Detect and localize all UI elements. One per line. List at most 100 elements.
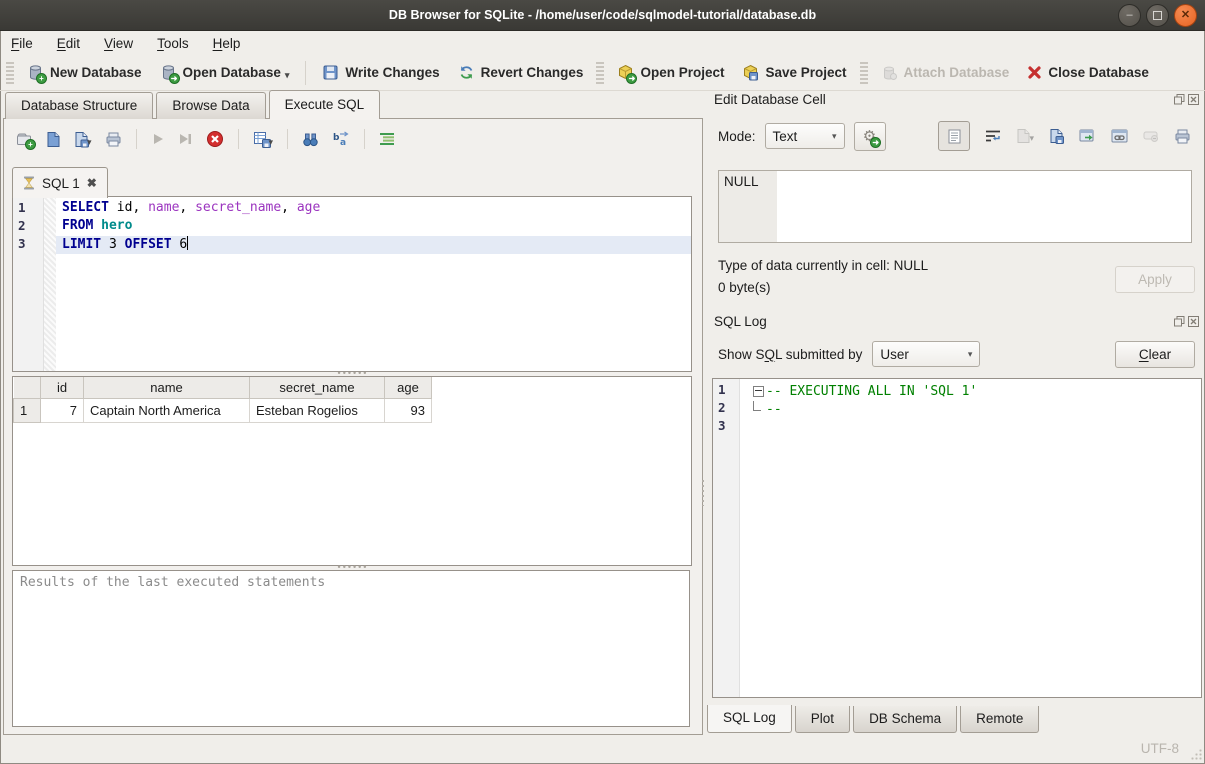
table-cell[interactable]: 7	[41, 399, 84, 423]
word-wrap-button[interactable]	[985, 129, 1001, 143]
toolbar-separator	[287, 129, 288, 149]
log-content: -- EXECUTING ALL IN 'SQL 1'--	[750, 379, 1201, 697]
log-line	[750, 418, 1201, 436]
import-cell-data-button: ▾	[1016, 128, 1034, 144]
sql-log-view[interactable]: 123 -- EXECUTING ALL IN 'SQL 1'--	[712, 378, 1202, 698]
close-database-button[interactable]: Close Database	[1018, 61, 1158, 84]
revert-changes-button[interactable]: Revert Changes	[449, 60, 593, 85]
row-number[interactable]: 1	[14, 399, 41, 423]
open-database-dropdown-caret[interactable]: ▾	[285, 70, 290, 81]
table-cell[interactable]: Captain North America	[84, 399, 250, 423]
cell-value-editor[interactable]: NULL	[718, 170, 1192, 243]
close-sql-tab-icon[interactable]: ✖	[87, 176, 97, 190]
menu-edit[interactable]: Edit	[57, 36, 80, 51]
sql-editor[interactable]: 123 SELECT id, name, secret_name, ageFRO…	[12, 196, 692, 372]
line-number: 3	[13, 236, 43, 254]
cell-value: NULL	[719, 171, 777, 242]
export-dropdown-caret[interactable]: ▾	[269, 137, 274, 148]
open-database-icon: ➜	[160, 64, 177, 81]
submitted-by-combobox[interactable]: User ▾	[872, 341, 980, 367]
editor-code-area[interactable]: SELECT id, name, secret_name, ageFROM he…	[56, 197, 691, 371]
text-mode-button[interactable]	[938, 121, 970, 151]
panel-splitter[interactable]	[701, 480, 705, 506]
open-in-external-app-button[interactable]	[1079, 129, 1096, 143]
write-changes-icon	[322, 64, 339, 81]
results-grid[interactable]: idnamesecret_nameage17Captain North Amer…	[12, 376, 692, 566]
write-changes-button[interactable]: Write Changes	[313, 60, 448, 85]
open-project-button[interactable]: ➜ Open Project	[608, 60, 733, 85]
fold-end-marker	[753, 401, 761, 411]
minimize-button[interactable]: –	[1118, 4, 1141, 27]
row-number-header	[14, 377, 41, 399]
export-cell-data-button[interactable]	[1049, 128, 1064, 144]
log-line: -- EXECUTING ALL IN 'SQL 1'	[750, 382, 1201, 400]
column-header-age[interactable]: age	[385, 377, 432, 399]
toolbar-drag-handle[interactable]	[596, 62, 604, 84]
sql-editor-tab[interactable]: SQL 1 ✖	[12, 167, 108, 198]
save-sql-dropdown-caret[interactable]: ▾	[87, 137, 92, 148]
float-panel-icon[interactable]	[1174, 316, 1185, 327]
tab-browse-data[interactable]: Browse Data	[156, 92, 265, 119]
close-database-icon	[1027, 65, 1042, 80]
column-header-secret_name[interactable]: secret_name	[250, 377, 385, 399]
save-project-button[interactable]: Save Project	[733, 60, 855, 85]
format-sql-icon[interactable]	[379, 132, 395, 146]
execute-sql-toolbar: + ▾ ▾	[16, 129, 395, 149]
column-header-id[interactable]: id	[41, 377, 84, 399]
results-message-text: Results of the last executed statements	[20, 575, 325, 590]
toolbar-separator	[305, 61, 306, 85]
mode-combobox[interactable]: Text ▾	[765, 123, 845, 149]
menu-view[interactable]: View	[104, 36, 133, 51]
print-sql-button[interactable]	[105, 131, 122, 148]
save-project-icon	[742, 64, 759, 81]
execute-sql-panel: + ▾ ▾	[3, 118, 703, 735]
tab-execute-sql[interactable]: Execute SQL	[269, 90, 381, 119]
menu-file[interactable]: File	[11, 36, 33, 51]
clear-log-button[interactable]: Clear	[1115, 341, 1195, 368]
close-button[interactable]: ✕	[1174, 4, 1197, 27]
maximize-button[interactable]	[1146, 4, 1169, 27]
table-cell[interactable]: Esteban Rogelios	[250, 399, 385, 423]
open-database-button[interactable]: ➜ Open Database ▾	[151, 60, 299, 85]
code-line: FROM hero	[56, 218, 691, 236]
svg-text:b: b	[333, 133, 340, 143]
tab-database-structure[interactable]: Database Structure	[5, 92, 153, 119]
fold-collapse-icon[interactable]	[753, 386, 764, 397]
find-button[interactable]	[302, 131, 319, 148]
copy-link-button[interactable]	[1111, 129, 1128, 143]
resize-grip[interactable]	[1190, 748, 1202, 760]
tab-remote[interactable]: Remote	[960, 706, 1039, 733]
stop-execution-button[interactable]	[206, 130, 224, 148]
toolbar-drag-handle[interactable]	[860, 62, 868, 84]
tab-db-schema[interactable]: DB Schema	[853, 706, 957, 733]
close-panel-icon[interactable]	[1188, 316, 1199, 327]
svg-text:a: a	[340, 138, 346, 147]
open-sql-file-button[interactable]	[46, 131, 61, 148]
attach-database-button: Attach Database	[872, 60, 1019, 85]
menu-help[interactable]: Help	[213, 36, 241, 51]
tab-plot[interactable]: Plot	[795, 706, 850, 733]
toolbar-drag-handle[interactable]	[6, 62, 14, 84]
export-results-button[interactable]: ▾	[253, 131, 274, 148]
tab-sql-log[interactable]: SQL Log	[707, 705, 792, 733]
new-database-button[interactable]: + New Database	[18, 60, 151, 85]
toolbar-separator	[364, 129, 365, 149]
encoding-indicator[interactable]: UTF-8	[1141, 741, 1179, 756]
print-cell-button[interactable]	[1174, 128, 1191, 145]
table-cell[interactable]: 93	[385, 399, 432, 423]
find-replace-button[interactable]: ba	[332, 131, 350, 147]
right-dock-area: Edit Database Cell Mode: Text ▾ ⚙➜	[706, 90, 1203, 736]
close-panel-icon[interactable]	[1188, 94, 1199, 105]
float-panel-icon[interactable]	[1174, 94, 1185, 105]
code-line: LIMIT 3 OFFSET 6	[56, 236, 691, 254]
results-message-area[interactable]: Results of the last executed statements	[12, 570, 690, 727]
title-bar: DB Browser for SQLite - /home/user/code/…	[0, 0, 1205, 31]
save-sql-file-button[interactable]: ▾	[74, 131, 92, 148]
menu-tools[interactable]: Tools	[157, 36, 189, 51]
table-row: 17Captain North AmericaEsteban Rogelios9…	[14, 399, 432, 423]
auto-apply-button[interactable]: ⚙➜	[854, 122, 886, 151]
sql-log-dock-header: SQL Log	[714, 314, 1199, 329]
line-number: 2	[13, 218, 43, 236]
column-header-name[interactable]: name	[84, 377, 250, 399]
new-sql-tab-button[interactable]: +	[16, 132, 33, 147]
